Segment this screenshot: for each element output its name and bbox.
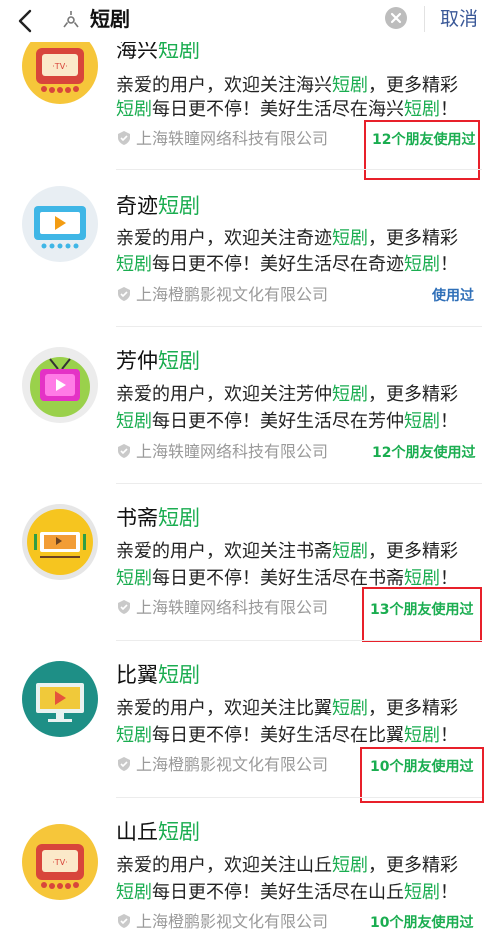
search-results-list: ·TV· 海兴短剧 亲爱的用户，欢迎关注海兴短剧，更多精彩 短剧每日更不停！美好…: [0, 0, 500, 943]
blue-tv-icon: [22, 186, 98, 262]
verified-shield-icon: [118, 131, 130, 145]
result-description-line1: 亲爱的用户，欢迎关注奇迹短剧，更多精彩: [116, 228, 458, 249]
result-company: 上海橙鹏影视文化有限公司: [116, 911, 328, 933]
result-description-line2: 短剧每日更不停！美好生活尽在比翼短剧！: [116, 725, 458, 746]
result-title: 奇迹短剧: [116, 194, 200, 218]
result-title: 山丘短剧: [116, 820, 200, 844]
verified-shield-icon: [118, 757, 130, 771]
red-highlight-box: [360, 747, 484, 803]
result-company: 上海橙鹏影视文化有限公司: [116, 284, 328, 306]
friends-used-badge: 10个朋友使用过: [370, 915, 474, 931]
verified-shield-icon: [118, 287, 130, 301]
result-description-line1: 亲爱的用户，欢迎关注比翼短剧，更多精彩: [116, 698, 458, 719]
result-company: 上海轶瞳网络科技有限公司: [116, 441, 328, 463]
result-company: 上海橙鹏影视文化有限公司: [116, 754, 328, 776]
result-description-line1: 亲爱的用户，欢迎关注山丘短剧，更多精彩: [116, 855, 458, 876]
mini-program-icon: [63, 11, 79, 28]
red-highlight-box: [362, 587, 482, 642]
verified-shield-icon: [118, 600, 130, 614]
teal-monitor-icon: [22, 661, 98, 737]
result-item-qiji[interactable]: 奇迹短剧 亲爱的用户，欢迎关注奇迹短剧，更多精彩 短剧每日更不停！美好生活尽在奇…: [0, 170, 500, 327]
yellow-screen-icon: [22, 504, 98, 580]
result-description-line1: 亲爱的用户，欢迎关注芳仲短剧，更多精彩: [116, 384, 458, 405]
result-item-shanqiu[interactable]: ·TV· 山丘短剧 亲爱的用户，欢迎关注山丘短剧，更多精彩 短剧每日更不停！美好…: [0, 798, 500, 943]
back-arrow-icon[interactable]: [12, 7, 40, 35]
cancel-button[interactable]: 取消: [440, 6, 478, 32]
used-badge: 使用过: [432, 288, 474, 304]
result-description-line2: 短剧每日更不停！美好生活尽在山丘短剧！: [116, 882, 458, 903]
search-header: 短剧 取消: [0, 0, 500, 42]
result-company: 上海轶瞳网络科技有限公司: [116, 128, 328, 150]
header-divider: [424, 6, 425, 32]
result-description-line1: 亲爱的用户，欢迎关注海兴短剧，更多精彩: [116, 75, 458, 96]
result-description-line2: 短剧每日更不停！美好生活尽在奇迹短剧！: [116, 254, 458, 275]
retro-tv-icon: ·TV·: [22, 824, 98, 900]
svg-text:·TV·: ·TV·: [52, 62, 67, 71]
result-description-line1: 亲爱的用户，欢迎关注书斋短剧，更多精彩: [116, 541, 458, 562]
magenta-tv-icon: [22, 347, 98, 423]
verified-shield-icon: [118, 444, 130, 458]
friends-used-badge: 12个朋友使用过: [372, 445, 476, 461]
clear-search-icon[interactable]: [384, 6, 408, 30]
svg-text:·TV·: ·TV·: [52, 858, 67, 867]
result-title: 比翼短剧: [116, 663, 200, 687]
result-title: 芳仲短剧: [116, 349, 200, 373]
verified-shield-icon: [118, 914, 130, 928]
search-input[interactable]: 短剧: [90, 6, 130, 32]
result-item-fangzhong[interactable]: 芳仲短剧 亲爱的用户，欢迎关注芳仲短剧，更多精彩 短剧每日更不停！美好生活尽在芳…: [0, 327, 500, 484]
result-title: 书斋短剧: [116, 506, 200, 530]
result-item-shuzhai[interactable]: 书斋短剧 亲爱的用户，欢迎关注书斋短剧，更多精彩 短剧每日更不停！美好生活尽在书…: [0, 484, 500, 642]
result-company: 上海轶瞳网络科技有限公司: [116, 597, 328, 619]
result-description-line2: 短剧每日更不停！美好生活尽在芳仲短剧！: [116, 411, 458, 432]
result-item-biyi[interactable]: 比翼短剧 亲爱的用户，欢迎关注比翼短剧，更多精彩 短剧每日更不停！美好生活尽在比…: [0, 641, 500, 803]
